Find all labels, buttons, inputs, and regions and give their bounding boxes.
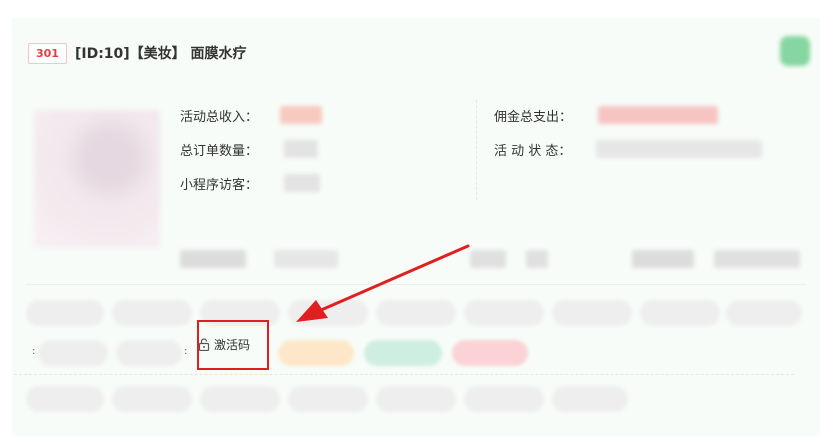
annotation-arrow	[296, 244, 470, 322]
